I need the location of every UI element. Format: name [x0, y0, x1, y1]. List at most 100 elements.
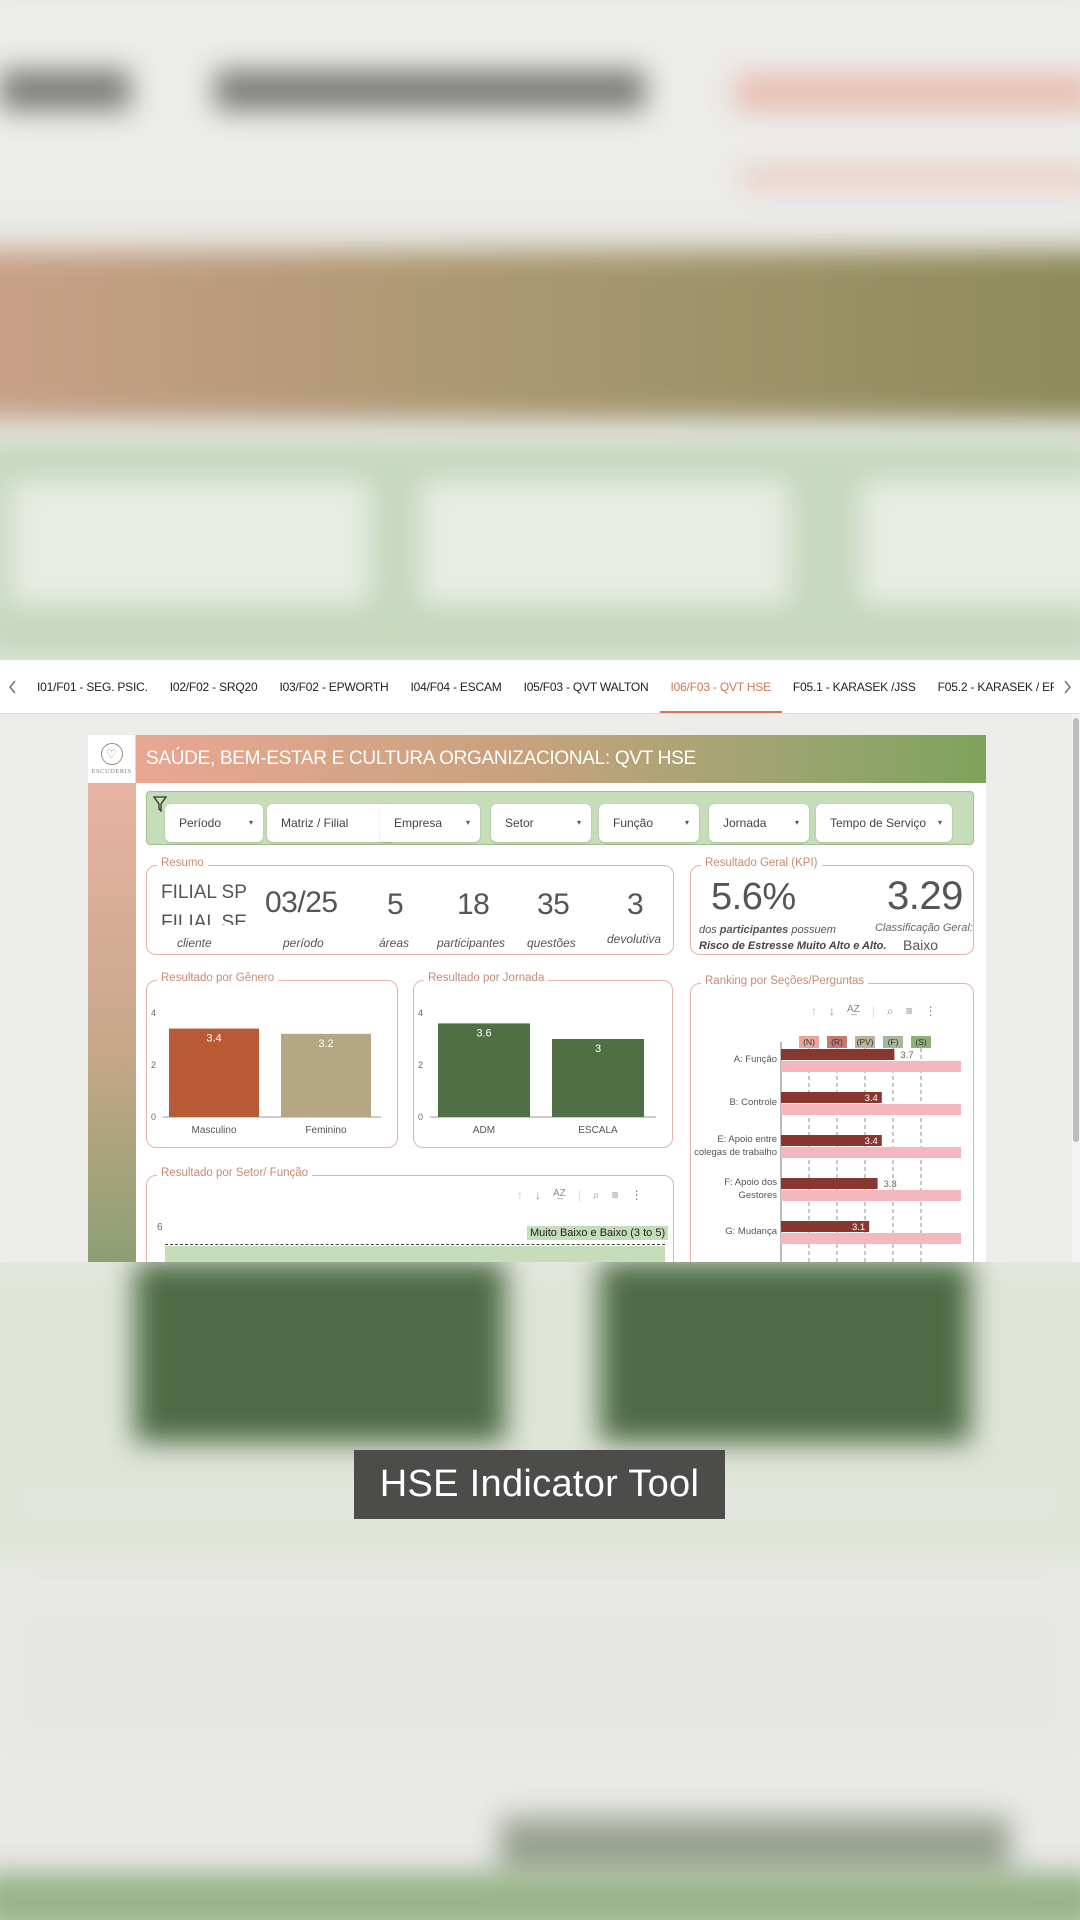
caret-down-icon: ▾: [465, 818, 470, 827]
filter-dropdown-3[interactable]: Setor ▾: [491, 804, 591, 842]
devolutiva-label: devolutiva: [607, 932, 662, 946]
ranking-card: Ranking por Seções/Perguntas ↑ ↓ A͢Z | ⌕…: [690, 975, 974, 1262]
setor-title: Resultado por Setor/ Função: [157, 1167, 313, 1179]
sort-az-icon[interactable]: A͢Z: [847, 1004, 860, 1019]
setor-card: Resultado por Setor/ Função ↑ ↓ A͢Z | ⌕ …: [146, 1167, 674, 1262]
caret-down-icon: ▾: [684, 818, 689, 827]
ranking-toolbar: ↑ ↓ A͢Z | ⌕ ≡ ⋮: [811, 1004, 937, 1019]
tab-2[interactable]: I03/F02 - EPWORTH: [268, 660, 399, 713]
caret-down-icon: ▾: [794, 818, 799, 827]
ranking-bg-bar: [781, 1104, 961, 1115]
kpi-line-1-post: possuem: [788, 924, 836, 936]
divider: |: [577, 1188, 581, 1202]
heart-logo-icon: ♡: [100, 743, 123, 765]
legend-label: (PV): [857, 1037, 874, 1047]
side-gradient-strip: [88, 783, 136, 1262]
more-options-icon[interactable]: ⋮: [631, 1188, 643, 1203]
resumo-title: Resumo: [157, 857, 208, 869]
ranking-chart: (N) (R) (PV) (F) (S)3.7 A: Função 3.4 B: Contro…: [694, 1036, 961, 1262]
setor-y-tick: 6: [157, 1222, 163, 1233]
y-tick-label: 0: [151, 1112, 156, 1122]
filter-label: Jornada: [723, 816, 767, 830]
chevron-left-icon: [8, 679, 16, 694]
category-label-line1: F: Apoio dos: [724, 1177, 777, 1188]
tab-1[interactable]: I02/F02 - SRQ20: [159, 660, 269, 713]
drill-down-icon[interactable]: ↓: [535, 1188, 541, 1203]
divider: |: [871, 1004, 875, 1018]
y-tick-label: 2: [151, 1060, 156, 1070]
kpi-title: Resultado Geral (KPI): [701, 857, 822, 869]
filter-dropdown-6[interactable]: Tempo de Serviço ▾: [816, 804, 952, 842]
legend-label: (S): [915, 1037, 927, 1047]
filter-dropdown-4[interactable]: Função ▾: [599, 804, 699, 842]
more-options-icon[interactable]: ⋮: [925, 1004, 937, 1019]
kpi-score: 3.29: [887, 874, 963, 918]
bar-value-label: 3.2: [318, 1038, 333, 1050]
category-label: ADM: [473, 1125, 495, 1136]
y-tick-label: 4: [418, 1008, 423, 1018]
kpi-line-2: Risco de Estresse Muito Alto e Alto.: [699, 940, 887, 952]
sort-az-icon[interactable]: A͢Z: [553, 1188, 566, 1203]
drill-up-icon[interactable]: ↑: [811, 1004, 817, 1019]
ranking-value-label: 3.4: [865, 1093, 878, 1104]
kpi-card: Resultado Geral (KPI) 5.6% dos participa…: [690, 857, 974, 955]
ranking-bg-bar: [781, 1147, 961, 1158]
filter-dropdown-5[interactable]: Jornada ▾: [709, 804, 809, 842]
tab-7[interactable]: F05.2 - KARASEK / ERI: [927, 660, 1054, 713]
y-tick-label: 2: [418, 1060, 423, 1070]
scrollbar[interactable]: [1072, 714, 1080, 1262]
filter-label: Função: [613, 816, 654, 830]
drill-up-icon[interactable]: ↑: [517, 1188, 523, 1203]
filter-dropdown-1[interactable]: Matriz / Filial▾: [267, 804, 395, 842]
scrollbar-thumb[interactable]: [1073, 718, 1079, 1142]
tab-4[interactable]: I05/F03 - QVT WALTON: [513, 660, 660, 713]
filter-lines-icon[interactable]: ≡: [612, 1188, 619, 1203]
blurred-background-bottom: [0, 1262, 1080, 1920]
ranking-bg-bar: [781, 1061, 961, 1072]
category-label-line1: E: Apoio entre: [717, 1134, 777, 1145]
bar-value-label: 3.6: [476, 1027, 491, 1039]
filter-dropdown-2[interactable]: Empresa ▾: [380, 804, 480, 842]
questoes-label: questões: [527, 936, 576, 950]
category-label: G: Mudança: [725, 1226, 777, 1237]
focus-icon[interactable]: ⌕: [887, 1004, 894, 1019]
setor-toolbar: ↑ ↓ A͢Z | ⌕ ≡ ⋮: [517, 1188, 643, 1203]
tabs-next-button[interactable]: [1054, 660, 1080, 713]
ranking-value-label: 3.3: [884, 1179, 897, 1190]
questoes-value: 35: [537, 888, 570, 921]
ranking-value-label: 3.7: [900, 1050, 913, 1061]
participantes-value: 18: [457, 888, 490, 921]
drill-down-icon[interactable]: ↓: [829, 1004, 835, 1019]
caret-down-icon: ▾: [576, 818, 581, 827]
filial-clip: FILIAL SE: [161, 912, 247, 925]
bar-value-label: 3: [595, 1043, 601, 1055]
tab-6[interactable]: F05.1 - KARASEK /JSS: [782, 660, 927, 713]
tabs-prev-button[interactable]: [0, 660, 26, 713]
kpi-class-value: Baixo: [903, 937, 939, 953]
kpi-line-1-bold: participantes: [719, 924, 789, 936]
focus-icon[interactable]: ⌕: [593, 1188, 600, 1203]
filter-bar: Período▾Matriz / Filial▾Empresa▾Setor▾Fu…: [146, 791, 974, 845]
participantes-label: participantes: [437, 936, 506, 950]
logo-text: ESCUDERIS: [91, 768, 132, 775]
setor-band-line: [165, 1244, 665, 1245]
kpi-percent: 5.6%: [711, 876, 796, 918]
filial-se: FILIAL SE: [161, 912, 247, 925]
filter-label: Empresa: [394, 816, 443, 830]
tab-0[interactable]: I01/F01 - SEG. PSIC.: [26, 660, 159, 713]
blurred-background-top: [0, 0, 1080, 660]
cliente-label: cliente: [177, 936, 212, 950]
resumo-card: Resumo FILIAL SP FILIAL SE cliente 03/25…: [146, 857, 674, 955]
filter-dropdown-0[interactable]: Período ▾: [165, 804, 263, 842]
company-logo: ♡ ESCUDERIS: [88, 735, 136, 783]
report-title: SAÚDE, BEM-ESTAR E CULTURA ORGANIZACIONA…: [146, 748, 696, 769]
ranking-value-label: 3.1: [852, 1222, 865, 1233]
filter-label: Matriz / Filial: [281, 816, 349, 830]
tab-5[interactable]: I06/F03 - QVT HSE: [659, 660, 783, 713]
periodo-value: 03/25: [265, 886, 338, 919]
tab-3[interactable]: I04/F04 - ESCAM: [400, 660, 513, 713]
ranking-bg-bar: [781, 1190, 961, 1201]
y-tick-label: 0: [418, 1112, 423, 1122]
report-viewport: ♡ ESCUDERIS SAÚDE, BEM-ESTAR E CULTURA O…: [0, 714, 1080, 1262]
filter-lines-icon[interactable]: ≡: [906, 1004, 913, 1019]
